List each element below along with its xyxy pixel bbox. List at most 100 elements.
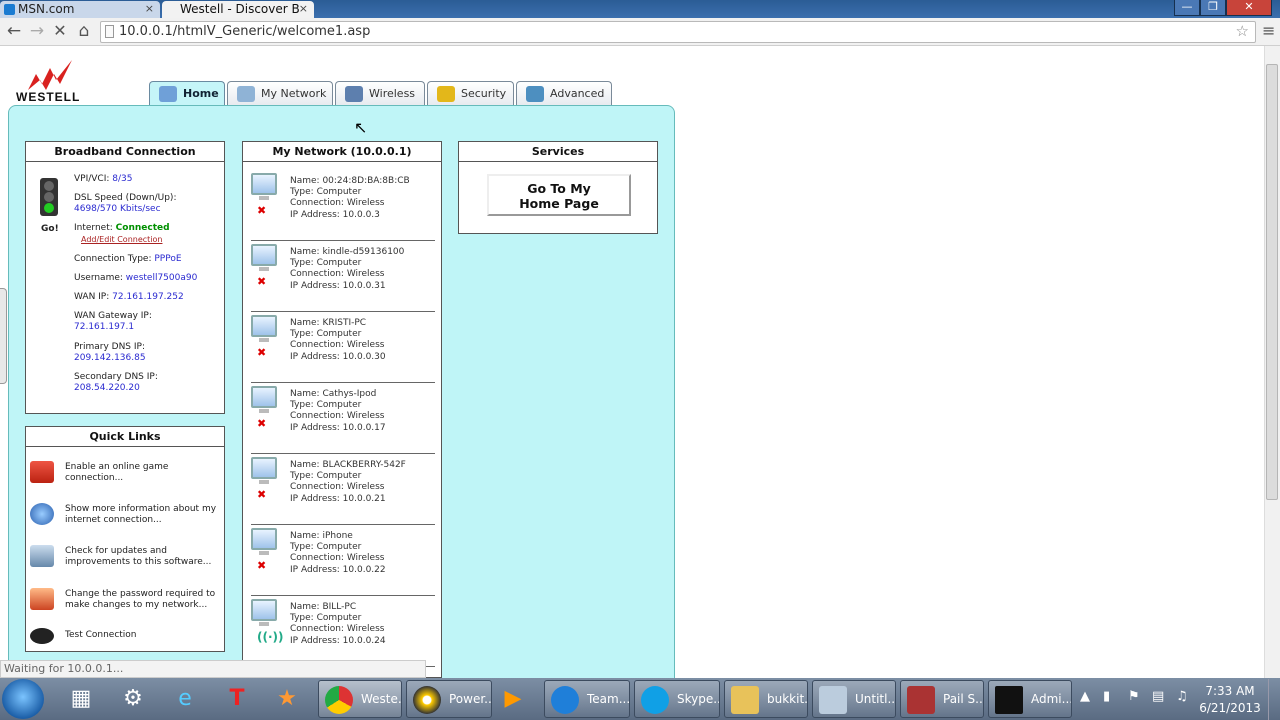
skype-icon xyxy=(641,686,669,714)
quick-links-title: Quick Links xyxy=(26,427,224,447)
tab-wireless-label: Wireless xyxy=(369,87,416,100)
firewall-icon xyxy=(30,461,54,483)
wireless-signal-icon: ((·)) xyxy=(257,630,284,644)
close-window-button[interactable]: ✕ xyxy=(1226,0,1272,16)
maximize-button[interactable]: ❐ xyxy=(1200,0,1226,16)
internet-status: Connected xyxy=(115,223,170,233)
go-to-home-page-button[interactable]: Go To My Home Page xyxy=(487,174,631,216)
tab-advanced[interactable]: Advanced xyxy=(516,81,612,106)
home-icon[interactable]: ⌂ xyxy=(73,21,95,41)
house-icon xyxy=(159,86,177,102)
taskbar-admin-cmd[interactable]: Admi... xyxy=(988,680,1072,718)
network-icon xyxy=(237,86,255,102)
show-desktop-button[interactable] xyxy=(1268,679,1280,720)
battery-icon[interactable]: ▮ xyxy=(1103,689,1110,704)
close-tab-icon[interactable]: × xyxy=(299,1,308,17)
go-label: Go! xyxy=(41,224,59,234)
status-bar: Waiting for 10.0.0.1... xyxy=(0,660,426,678)
internet-row: Internet: Connected xyxy=(74,223,170,233)
taskbar-chrome[interactable]: Weste... xyxy=(318,680,402,718)
bookmark-star-icon[interactable]: ☆ xyxy=(1236,22,1249,40)
taskbar-bukkit-folder[interactable]: bukkit... xyxy=(724,680,808,718)
tab-wireless[interactable]: Wireless xyxy=(335,81,425,106)
scrollbar-thumb[interactable] xyxy=(1266,64,1278,500)
taskbar-untitled[interactable]: Untitl... xyxy=(812,680,896,718)
computer-icon xyxy=(251,244,277,271)
dsl-row: DSL Speed (Down/Up): 4698/570 Kbits/sec xyxy=(74,193,177,214)
ie-pin-icon[interactable]: e xyxy=(168,682,202,716)
quick-link-password[interactable]: Change the password required to make chan… xyxy=(26,588,222,614)
tab-security[interactable]: Security xyxy=(427,81,514,106)
test-connection-icon xyxy=(30,628,54,644)
quick-link-internet-info[interactable]: Show more information about my internet c… xyxy=(26,503,222,529)
add-edit-connection-link[interactable]: Add/Edit Connection xyxy=(81,235,162,244)
disconnected-icon: ✖ xyxy=(257,488,267,501)
stop-icon[interactable]: ✕ xyxy=(49,21,71,40)
url-text: 10.0.0.1/htmlV_Generic/welcome1.asp xyxy=(119,24,371,39)
primary-dns-row: Primary DNS IP: 209.142.136.85 xyxy=(74,342,146,363)
computer-icon xyxy=(251,315,277,342)
computer-icon xyxy=(251,386,277,413)
network-tray-icon[interactable]: ▤ xyxy=(1152,689,1164,704)
laptop-icon xyxy=(345,86,363,102)
globe-icon xyxy=(30,503,54,525)
minimize-button[interactable]: — xyxy=(1174,0,1200,16)
conn-type-row: Connection Type: PPPoE xyxy=(74,254,182,264)
my-network-title: My Network (10.0.0.1) xyxy=(243,142,441,162)
broadband-connection-box: Broadband Connection Go! VPI/VCI: 8/35 D… xyxy=(25,141,225,414)
dsl-value: 4698/570 Kbits/sec xyxy=(74,204,161,214)
media-player-pin-icon[interactable]: ▶ xyxy=(496,682,530,716)
media-pin-icon[interactable]: ⚙ xyxy=(116,682,150,716)
close-tab-icon[interactable]: × xyxy=(145,1,154,17)
tab-label: Westell - Discover B xyxy=(180,2,300,16)
tab-my-network-label: My Network xyxy=(261,87,327,100)
quick-links-box: Quick Links Enable an online game connect… xyxy=(25,426,225,652)
clock[interactable]: 7:33 AM 6/21/2013 xyxy=(1196,683,1264,717)
start-button[interactable] xyxy=(2,679,44,719)
disconnected-icon: ✖ xyxy=(257,346,267,359)
computer-icon xyxy=(251,599,277,626)
quick-link-test-connection[interactable]: Test Connection xyxy=(26,626,222,648)
tab-advanced-label: Advanced xyxy=(550,87,605,100)
tab-security-label: Security xyxy=(461,87,507,100)
wan-ip-row: WAN IP: 72.161.197.252 xyxy=(74,292,184,302)
network-device[interactable]: ✖ Name: 00:24:8D:BA:8B:CB Type: Computer C… xyxy=(251,170,435,241)
tab-westell[interactable]: Westell - Discover B × xyxy=(162,1,314,18)
gateway-row: WAN Gateway IP: 72.161.197.1 xyxy=(74,311,152,332)
network-device[interactable]: ✖ Name: BLACKBERRY-542F Type: Computer Con… xyxy=(251,454,435,525)
taskbar-power[interactable]: Power... xyxy=(406,680,492,718)
chrome-icon xyxy=(325,686,353,714)
paint-icon xyxy=(907,686,935,714)
back-icon[interactable]: ← xyxy=(3,21,25,41)
tab-my-network[interactable]: My Network xyxy=(227,81,333,106)
tab-msn[interactable]: MSN.com × xyxy=(0,1,160,18)
menu-icon[interactable]: ≡ xyxy=(1262,21,1275,40)
taskbar-paint[interactable]: Pail S... xyxy=(900,680,984,718)
broadband-title: Broadband Connection xyxy=(26,142,224,162)
msn-favicon-icon xyxy=(4,4,15,15)
volume-icon[interactable]: ♫ xyxy=(1176,689,1188,704)
tab-home[interactable]: Home xyxy=(149,81,225,106)
secondary-dns-row: Secondary DNS IP: 208.54.220.20 xyxy=(74,372,158,393)
quick-link-game[interactable]: Enable an online game connection... xyxy=(26,461,222,487)
network-device[interactable]: ✖ Name: Cathys-Ipod Type: Computer Connect… xyxy=(251,383,435,454)
computer-icon xyxy=(251,457,277,484)
forward-icon[interactable]: → xyxy=(26,21,48,41)
network-device[interactable]: ✖ Name: KRISTI-PC Type: Computer Connectio… xyxy=(251,312,435,383)
taskbar-skype[interactable]: Skype... xyxy=(634,680,720,718)
quick-link-updates[interactable]: Check for updates and improvements to thi… xyxy=(26,545,222,571)
flag-icon[interactable]: ⚑ xyxy=(1128,689,1140,704)
network-device[interactable]: ✖ Name: kindle-d59136100 Type: Computer Co… xyxy=(251,241,435,312)
network-device[interactable]: ✖ Name: iPhone Type: Computer Connection: … xyxy=(251,525,435,596)
explorer-pin-icon[interactable]: ▦ xyxy=(64,682,98,716)
game-pin-icon[interactable]: ★ xyxy=(270,682,304,716)
address-bar[interactable]: 10.0.0.1/htmlV_Generic/welcome1.asp ☆ xyxy=(100,21,1256,43)
network-device[interactable]: ((·)) Name: BILL-PC Type: Computer Connect… xyxy=(251,596,435,667)
show-hidden-icons-icon[interactable]: ▲ xyxy=(1080,689,1090,704)
password-icon xyxy=(30,588,54,610)
t-app-pin-icon[interactable]: T xyxy=(220,682,254,716)
taskbar-teamviewer[interactable]: Team... xyxy=(544,680,630,718)
username-row: Username: westell7500a90 xyxy=(74,273,198,283)
navigation-bar: ← → ✕ ⌂ 10.0.0.1/htmlV_Generic/welcome1.… xyxy=(0,18,1280,46)
side-panel-handle[interactable] xyxy=(0,288,7,384)
